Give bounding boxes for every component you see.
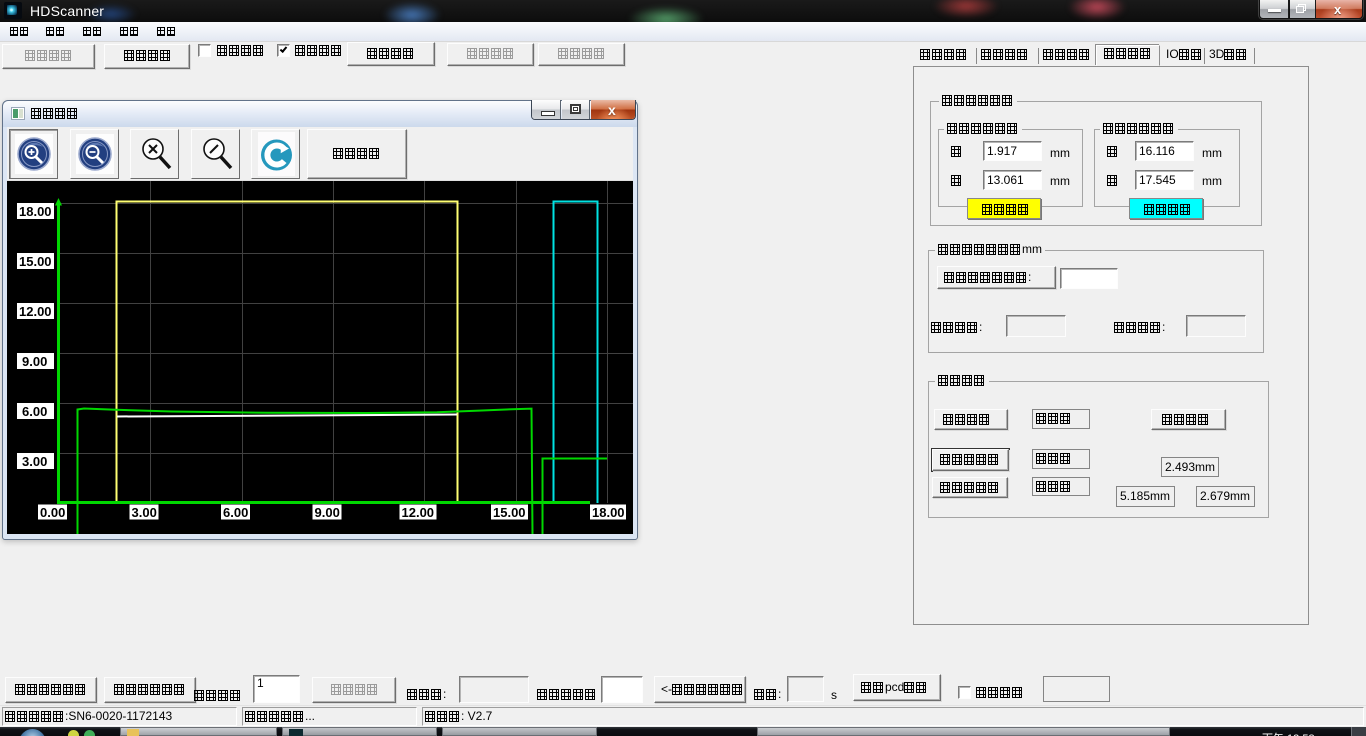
svg-text:6.00: 6.00 [223,505,248,520]
svg-text:0.00: 0.00 [40,505,65,520]
svg-text:12.00: 12.00 [19,304,52,319]
svg-text:15.00: 15.00 [493,505,526,520]
svg-text:12.00: 12.00 [402,505,435,520]
svg-text:6.00: 6.00 [22,404,47,419]
svg-text:9.00: 9.00 [315,505,340,520]
svg-text:18.00: 18.00 [592,505,625,520]
svg-text:9.00: 9.00 [22,354,47,369]
svg-text:3.00: 3.00 [132,505,157,520]
svg-text:18.00: 18.00 [19,204,52,219]
svg-text:15.00: 15.00 [19,254,52,269]
svg-text:3.00: 3.00 [22,454,47,469]
